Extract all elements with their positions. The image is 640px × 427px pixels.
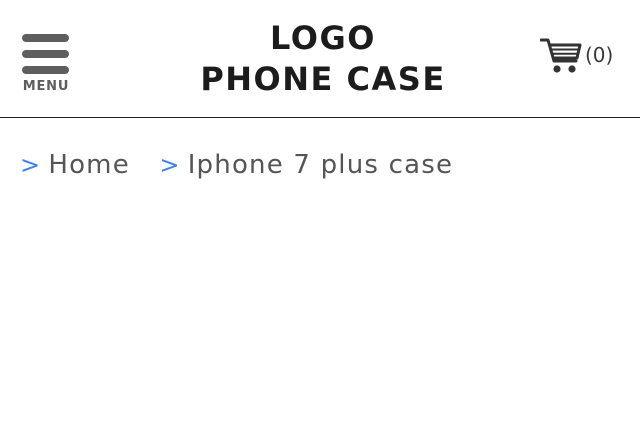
hamburger-menu-icon [22, 34, 69, 74]
menu-label: MENU [22, 79, 70, 94]
logo-text-line2: PHONE CASE [200, 60, 446, 98]
logo-text-line1: LOGO [270, 19, 376, 57]
menu-button[interactable]: MENU [18, 30, 74, 100]
breadcrumb-item-home[interactable]: > Home [20, 150, 130, 180]
shopping-cart-icon [540, 38, 582, 73]
site-logo[interactable]: LOGO PHONE CASE [170, 18, 476, 100]
breadcrumb-chevron-icon: > [159, 151, 181, 179]
breadcrumb-item-label: Iphone 7 plus case [187, 150, 454, 180]
cart-button[interactable]: (0) [538, 36, 624, 76]
cart-count: (0) [585, 43, 614, 67]
menu-bar [22, 66, 69, 74]
breadcrumb: > Home > Iphone 7 plus case [20, 150, 453, 190]
page: MENU LOGO PHONE CASE (0) > Home > Iphone 7… [0, 0, 640, 427]
breadcrumb-item-current[interactable]: > Iphone 7 plus case [159, 150, 453, 180]
menu-bar [22, 50, 69, 58]
breadcrumb-chevron-icon: > [20, 151, 42, 179]
site-header: MENU LOGO PHONE CASE (0) [0, 0, 640, 118]
menu-bar [22, 34, 69, 42]
breadcrumb-item-label: Home [48, 150, 130, 180]
